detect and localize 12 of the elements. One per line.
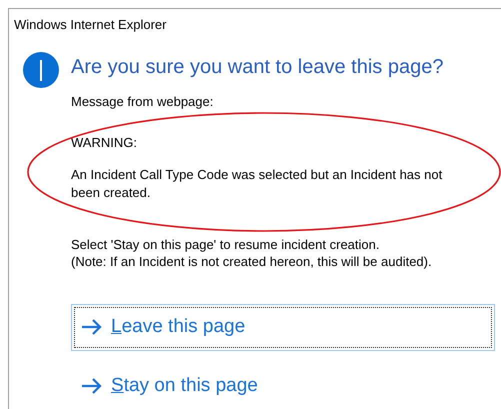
arrow-right-icon — [81, 319, 103, 335]
warning-message: An Incident Call Type Code was selected but an Incident has not been created. — [71, 166, 444, 202]
window-title: Windows Internet Explorer — [13, 16, 168, 34]
message-source: Message from webpage: — [71, 92, 214, 111]
instruction-text: (Note: If an Incident is not created hereon, this will be audited). — [71, 252, 433, 270]
arrow-right-icon — [81, 378, 103, 394]
info-icon — [23, 52, 59, 88]
command-link[interactable]: Stay on this page — [71, 362, 495, 409]
command-link[interactable]: Leave this page — [71, 304, 495, 350]
dialog-heading: Are you sure you want to leave this page? — [71, 54, 444, 80]
instruction-text: Select 'Stay on this page' to resume incident creation. — [71, 236, 380, 252]
warning-label: WARNING: — [71, 134, 138, 152]
